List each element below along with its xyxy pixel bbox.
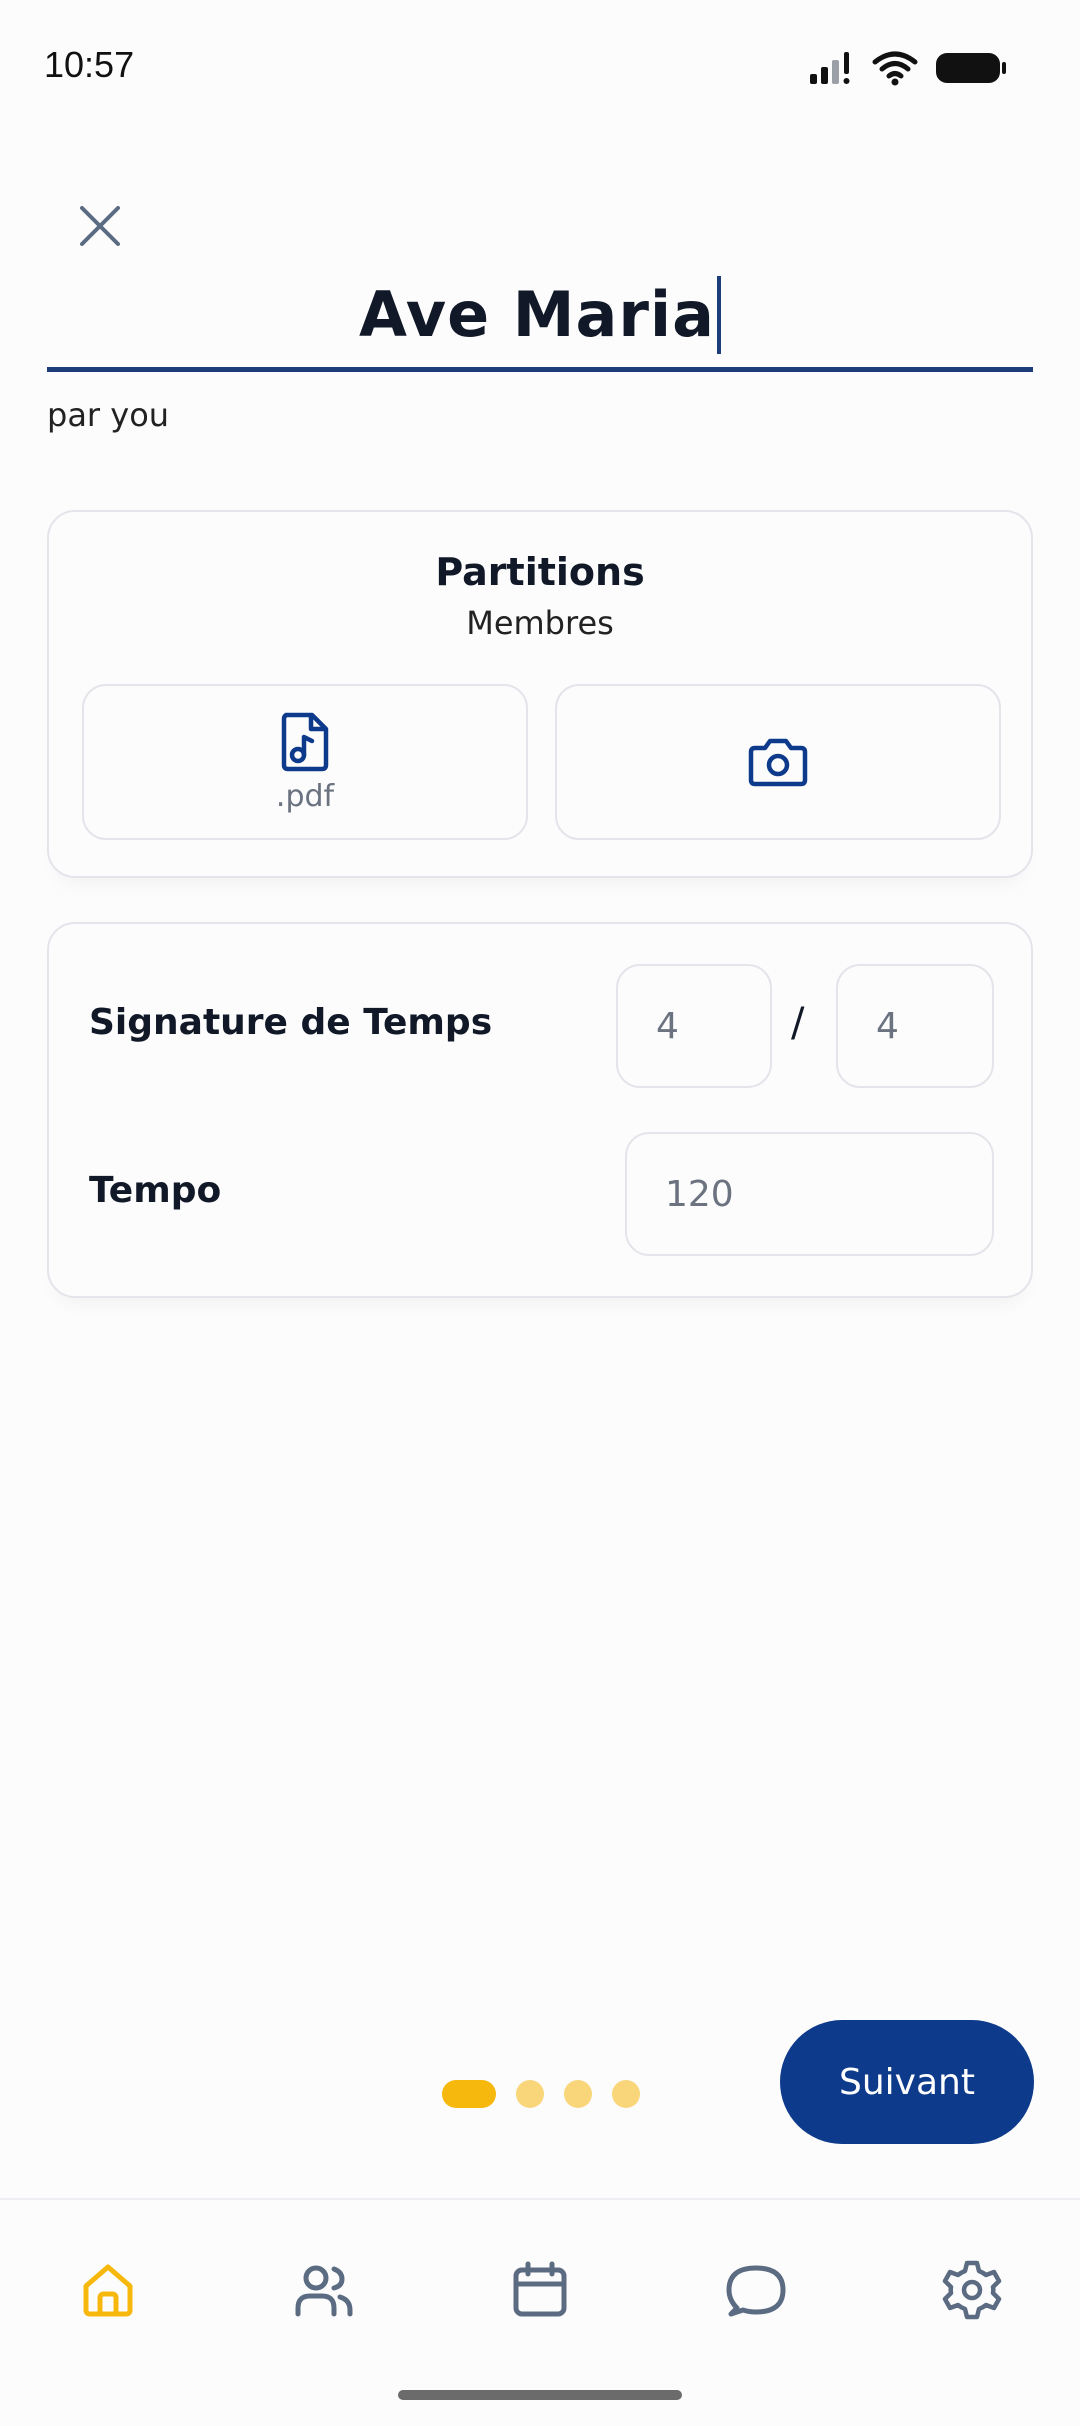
status-time: 10:57: [44, 44, 135, 85]
music-settings-card: Signature de Temps 4 / 4 Tempo 120: [47, 922, 1033, 1298]
time-signature-separator: /: [791, 1000, 805, 1046]
time-signature-bottom-input[interactable]: 4: [836, 964, 994, 1088]
status-icons: [808, 50, 1008, 86]
sheets-title: Partitions: [435, 550, 645, 594]
nav-calendar[interactable]: [490, 2250, 590, 2330]
title-input[interactable]: Ave Maria: [47, 262, 1033, 372]
camera-capture-button[interactable]: [555, 684, 1001, 840]
settings-icon: [942, 2260, 1002, 2320]
sheets-card: Partitions Membres .pdf: [47, 510, 1033, 878]
page-dot: [612, 2080, 640, 2108]
home-icon: [83, 2264, 133, 2317]
members-icon: [295, 2265, 353, 2317]
signal-icon: [810, 52, 850, 84]
nav-home[interactable]: [58, 2250, 158, 2330]
chat-icon: [726, 2265, 786, 2317]
calendar-icon: [513, 2261, 567, 2317]
bottom-nav: [0, 2198, 1080, 2426]
title-input-value: Ave Maria: [358, 278, 716, 351]
home-indicator: [398, 2390, 682, 2400]
close-icon: [80, 206, 120, 246]
author-label: par you: [47, 396, 170, 434]
page-indicator: [442, 2080, 640, 2108]
nav-members[interactable]: [274, 2250, 374, 2330]
upload-pdf-button[interactable]: .pdf: [82, 684, 528, 840]
battery-icon: [936, 53, 1006, 83]
pdf-label: .pdf: [275, 778, 335, 814]
time-signature-top-input[interactable]: 4: [616, 964, 772, 1088]
page-dot-active: [442, 2080, 496, 2108]
next-button[interactable]: Suivant: [780, 2020, 1034, 2144]
camera-icon: [748, 738, 808, 787]
time-signature-label: Signature de Temps: [89, 1002, 493, 1043]
nav-settings[interactable]: [922, 2250, 1022, 2330]
nav-chat[interactable]: [706, 2250, 806, 2330]
music-file-icon: [281, 712, 329, 771]
sheets-subtitle: Membres: [466, 604, 614, 642]
page-dot: [564, 2080, 592, 2108]
text-caret: [717, 275, 722, 354]
tempo-input[interactable]: 120: [625, 1132, 994, 1256]
tempo-label: Tempo: [89, 1170, 222, 1211]
status-bar: 10:57: [0, 0, 1080, 140]
page-dot: [516, 2080, 544, 2108]
wifi-icon: [872, 51, 918, 86]
close-button[interactable]: [64, 190, 136, 262]
